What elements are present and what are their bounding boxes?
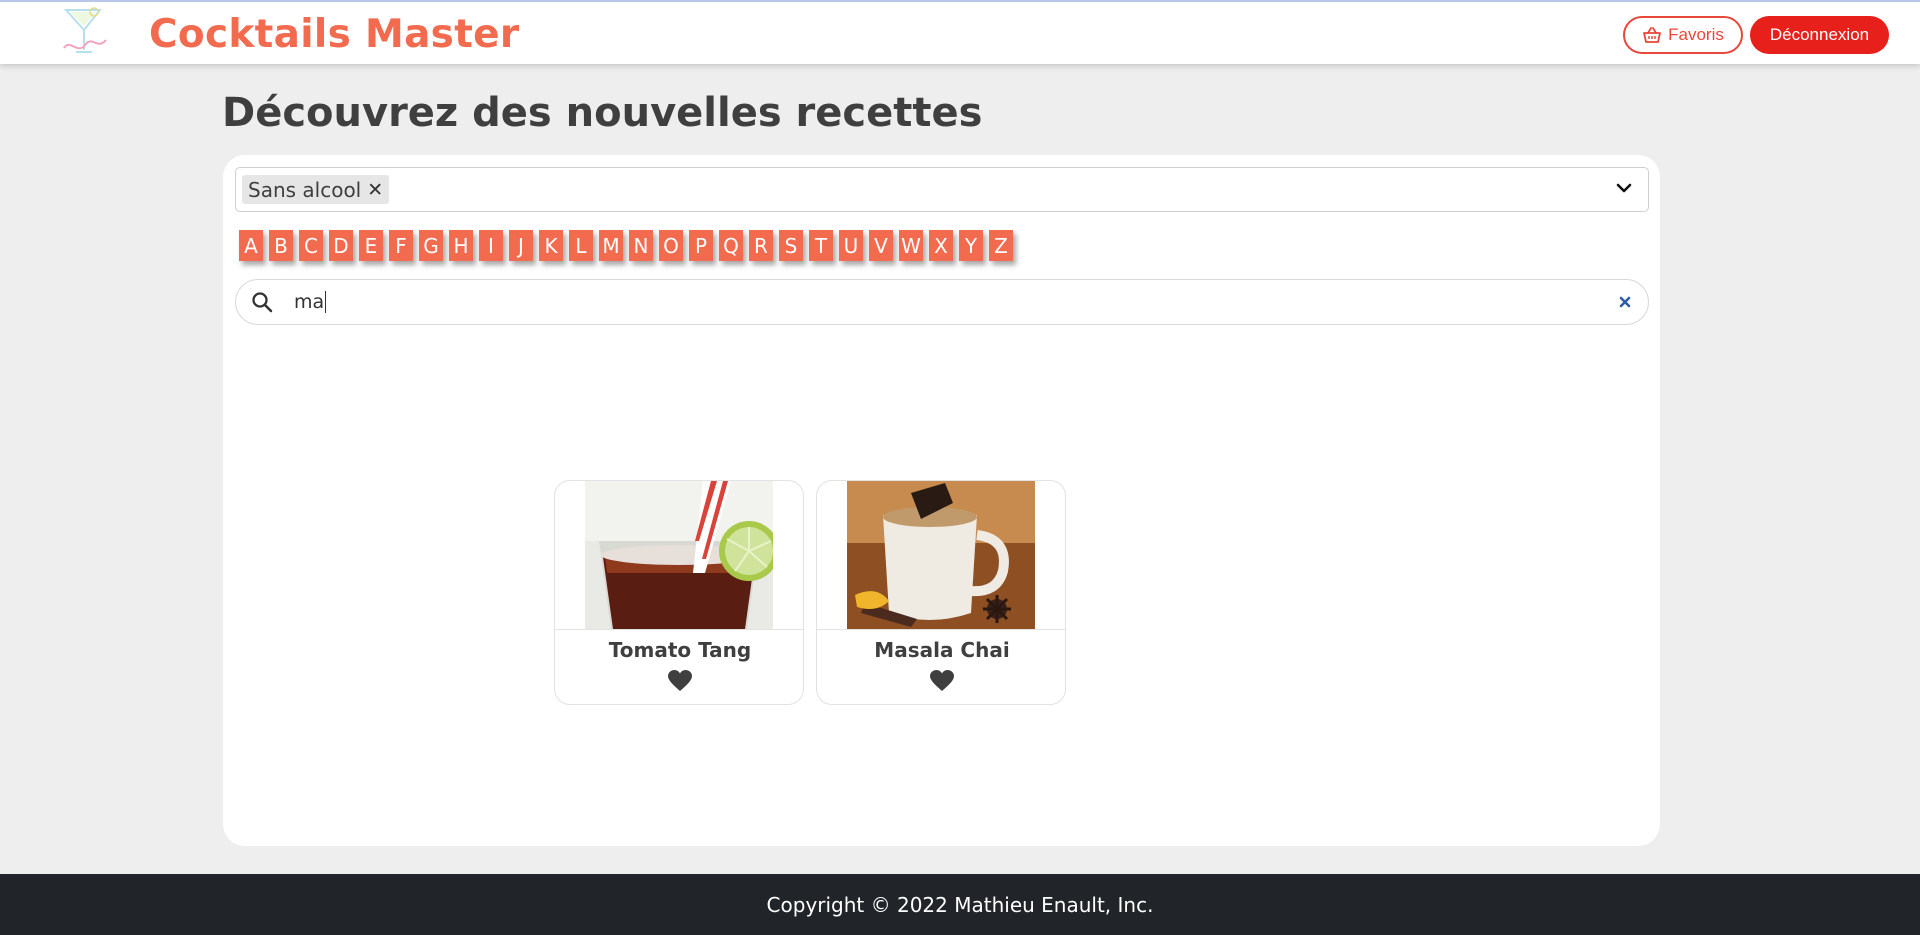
letter-button-l[interactable]: L bbox=[569, 230, 593, 261]
letter-button-e[interactable]: E bbox=[359, 230, 383, 261]
recipe-card[interactable]: Masala Chai bbox=[816, 480, 1066, 705]
card-divider bbox=[555, 629, 803, 630]
letter-button-p[interactable]: P bbox=[689, 230, 713, 261]
letter-button-h[interactable]: H bbox=[449, 230, 473, 261]
filter-chip: Sans alcool ✕ bbox=[242, 175, 390, 204]
top-navbar: Cocktails Master Favoris Déconnexion bbox=[0, 0, 1920, 64]
heart-icon[interactable] bbox=[929, 669, 955, 693]
favorites-label: Favoris bbox=[1668, 25, 1724, 44]
letter-button-m[interactable]: M bbox=[599, 230, 623, 261]
letter-button-x[interactable]: X bbox=[929, 230, 953, 261]
letter-button-n[interactable]: N bbox=[629, 230, 653, 261]
footer: Copyright © 2022 Mathieu Enault, Inc. bbox=[0, 874, 1920, 935]
filter-chip-label: Sans alcool bbox=[248, 177, 362, 202]
letter-button-r[interactable]: R bbox=[749, 230, 773, 261]
letter-button-b[interactable]: B bbox=[269, 230, 293, 261]
letter-button-o[interactable]: O bbox=[659, 230, 683, 261]
letter-button-u[interactable]: U bbox=[839, 230, 863, 261]
chevron-down-icon[interactable] bbox=[1614, 178, 1634, 198]
logout-button[interactable]: Déconnexion bbox=[1750, 16, 1889, 54]
heart-icon[interactable] bbox=[667, 669, 693, 693]
recipe-title: Tomato Tang bbox=[608, 638, 752, 662]
letter-button-a[interactable]: A bbox=[239, 230, 263, 261]
letter-button-v[interactable]: V bbox=[869, 230, 893, 261]
letter-button-d[interactable]: D bbox=[329, 230, 353, 261]
letter-button-z[interactable]: Z bbox=[989, 230, 1013, 261]
search-input[interactable]: ma bbox=[294, 291, 327, 313]
letter-button-g[interactable]: G bbox=[419, 230, 443, 261]
letter-button-f[interactable]: F bbox=[389, 230, 413, 261]
recipe-image-tomato-tang[interactable] bbox=[585, 481, 773, 629]
close-icon[interactable]: ✕ bbox=[367, 179, 383, 201]
clear-icon[interactable] bbox=[1618, 295, 1632, 309]
page-title: Découvrez des nouvelles recettes bbox=[222, 90, 983, 136]
letter-button-s[interactable]: S bbox=[779, 230, 803, 261]
alphabet-filter: ABCDEFGHIJKLMNOPQRSTUVWXYZ bbox=[239, 230, 1013, 261]
letter-button-t[interactable]: T bbox=[809, 230, 833, 261]
basket-icon bbox=[1643, 27, 1662, 43]
brand-title[interactable]: Cocktails Master bbox=[149, 12, 519, 57]
search-bar[interactable]: ma bbox=[235, 279, 1649, 325]
recipe-title: Masala Chai bbox=[874, 638, 1010, 662]
letter-button-c[interactable]: C bbox=[299, 230, 323, 261]
letter-button-k[interactable]: K bbox=[539, 230, 563, 261]
search-icon bbox=[252, 292, 273, 313]
recipe-card[interactable]: Tomato Tang bbox=[554, 480, 804, 705]
recipes-panel: Sans alcool ✕ ABCDEFGHIJKLMNOPQRSTUVWXYZ… bbox=[223, 155, 1660, 846]
letter-button-y[interactable]: Y bbox=[959, 230, 983, 261]
letter-button-w[interactable]: W bbox=[899, 230, 923, 261]
recipe-image-masala-chai[interactable] bbox=[847, 481, 1035, 629]
favorites-button[interactable]: Favoris bbox=[1623, 16, 1743, 54]
letter-button-i[interactable]: I bbox=[479, 230, 503, 261]
card-divider bbox=[817, 629, 1065, 630]
letter-button-j[interactable]: J bbox=[509, 230, 533, 261]
category-multiselect[interactable]: Sans alcool ✕ bbox=[235, 167, 1649, 212]
copyright-text: Copyright © 2022 Mathieu Enault, Inc. bbox=[766, 892, 1154, 917]
letter-button-q[interactable]: Q bbox=[719, 230, 743, 261]
cocktail-logo-icon[interactable] bbox=[60, 4, 112, 62]
